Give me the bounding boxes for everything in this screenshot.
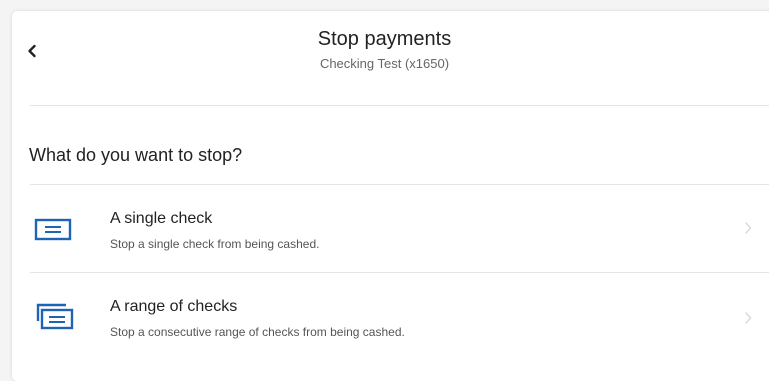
chevron-right-icon xyxy=(745,222,752,234)
option-description: Stop a consecutive range of checks from … xyxy=(110,325,405,339)
account-subtitle: Checking Test (x1650) xyxy=(319,56,450,71)
option-range-of-checks[interactable]: A range of checks Stop a consecutive ran… xyxy=(30,273,769,359)
multiple-checks-icon xyxy=(36,303,74,330)
option-single-check[interactable]: A single check Stop a single check from … xyxy=(30,185,769,271)
option-description: Stop a single check from being cashed. xyxy=(110,237,320,251)
single-check-icon xyxy=(34,218,72,241)
section-heading: What do you want to stop? xyxy=(29,145,243,165)
page-title: Stop payments xyxy=(317,28,452,50)
option-title: A single check xyxy=(110,210,213,227)
chevron-right-icon xyxy=(745,312,752,324)
option-title: A range of checks xyxy=(110,298,238,315)
header-divider xyxy=(30,105,769,106)
